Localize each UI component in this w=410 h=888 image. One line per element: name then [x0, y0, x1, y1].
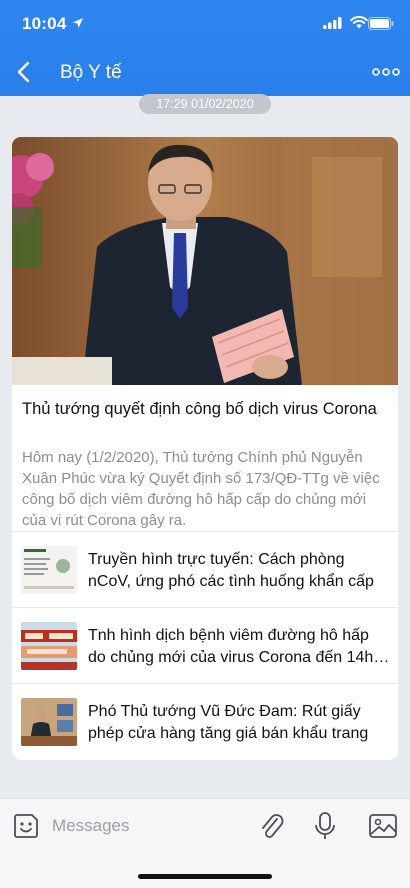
battery-icon [368, 17, 394, 30]
image-gallery-icon[interactable] [368, 812, 398, 840]
related-article-thumbnail [21, 698, 77, 746]
related-article-item[interactable]: Phó Thủ tướng Vũ Đức Đam: Rút giấy phép … [12, 683, 398, 759]
article-hero-image[interactable] [12, 137, 398, 385]
back-chevron-icon[interactable] [14, 60, 36, 84]
status-time: 10:04 [22, 14, 67, 33]
header-bar: 10:04 Bộ Y tế [0, 0, 410, 96]
home-indicator [138, 874, 272, 879]
related-article-title: Truyền hình trực tuyến: Cách phòng nCoV,… [88, 551, 374, 590]
related-article-title: Tnh hình dịch bệnh viêm đường hô hấp do … [88, 627, 374, 666]
sticker-icon[interactable] [12, 812, 40, 840]
related-article-item[interactable]: Tnh hình dịch bệnh viêm đường hô hấp do … [12, 607, 398, 683]
message-composer [0, 798, 410, 888]
nav-bar: Bộ Y tế [0, 52, 410, 92]
page-title: Bộ Y tế [60, 62, 122, 83]
article-card[interactable]: Thủ tướng quyết định công bố dịch virus … [12, 137, 398, 760]
article-headline[interactable]: Thủ tướng quyết định công bố dịch virus … [22, 399, 382, 420]
related-article-thumbnail [21, 622, 77, 670]
related-article-item[interactable]: Truyền hình trực tuyến: Cách phòng nCoV,… [12, 531, 398, 607]
message-input[interactable] [52, 813, 232, 839]
related-article-title: Phó Thủ tướng Vũ Đức Đam: Rút giấy phép … [88, 703, 369, 742]
speaker-photo [12, 137, 398, 385]
status-bar: 10:04 [0, 0, 410, 46]
microphone-icon[interactable] [312, 811, 338, 841]
attachment-paperclip-icon[interactable] [258, 811, 286, 841]
more-options-icon[interactable] [372, 62, 400, 82]
related-article-thumbnail [21, 546, 77, 594]
message-timestamp: 17:29 01/02/2020 [139, 94, 271, 114]
article-summary: Hôm nay (1/2/2020), Thủ tướng Chính phủ … [22, 449, 380, 529]
cellular-signal-icon [323, 17, 342, 29]
location-arrow-icon [73, 18, 83, 28]
wifi-icon [350, 16, 368, 29]
